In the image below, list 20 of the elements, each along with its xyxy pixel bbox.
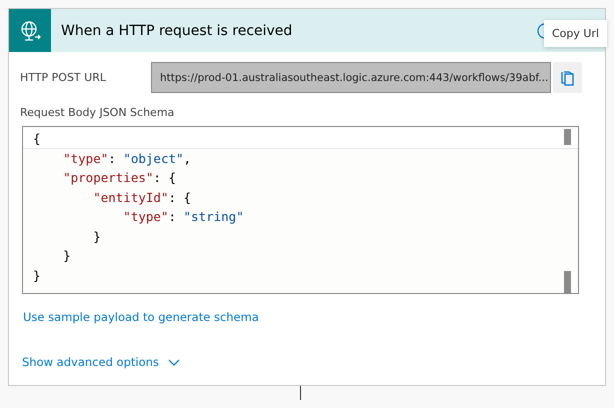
code-line: }: [32, 266, 42, 284]
code-line: "entityId": {: [92, 188, 192, 207]
url-field[interactable]: https://prod-01.australiasoutheast.logic.azure.com:443/workflows/39abf...: [151, 62, 551, 93]
code-line: }: [62, 247, 72, 265]
field-label: Request Body JSON Schema: [20, 106, 174, 119]
scrollbar[interactable]: [563, 127, 573, 293]
code-line: "type": "string": [122, 208, 245, 226]
field-label: HTTP POST URL: [20, 71, 107, 84]
copy-icon: [560, 70, 574, 86]
tooltip: Copy Url: [544, 20, 607, 47]
code-line: }: [92, 228, 102, 246]
code-line: "type": "object",: [62, 150, 192, 168]
sample-payload-link[interactable]: Use sample payload to generate schema: [23, 310, 259, 324]
code-line: "properties": {: [62, 169, 177, 187]
copy-button[interactable]: [553, 62, 582, 93]
code-editor[interactable]: { "type": "object", "properties": { "entityId": { "type": "string" } } }: [22, 126, 579, 294]
chevron-down-icon: [168, 358, 180, 366]
trigger-title: When a HTTP request is received: [61, 22, 294, 38]
advanced-options-link[interactable]: Show advanced options: [22, 355, 180, 369]
globe-icon: [19, 20, 41, 42]
